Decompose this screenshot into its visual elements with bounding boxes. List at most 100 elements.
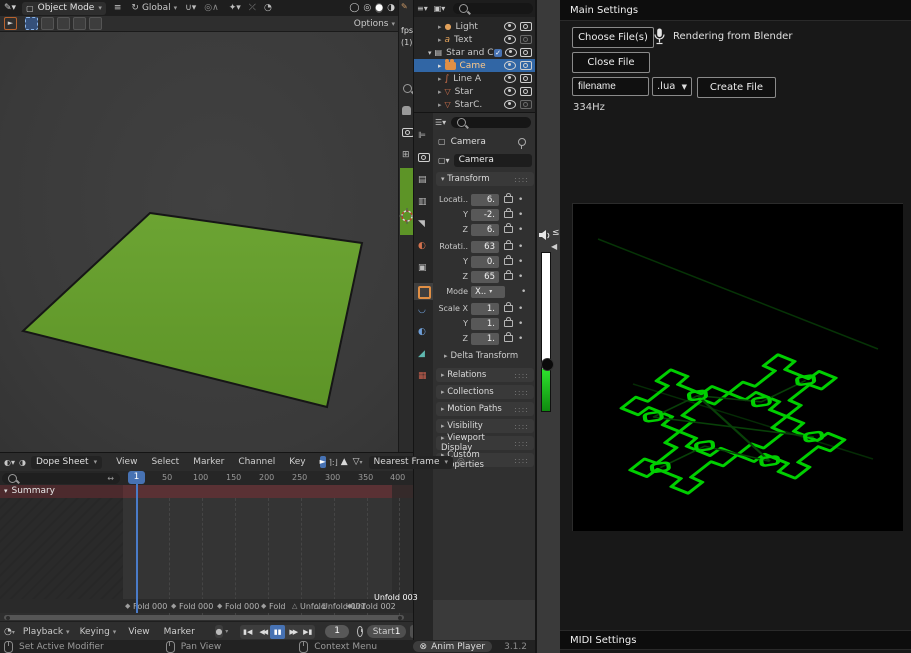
summary-row[interactable]: ▾ Summary	[0, 485, 392, 498]
panel-grip-icon[interactable]: ::::	[514, 439, 529, 448]
hide-eye-icon[interactable]	[505, 48, 517, 57]
expand-icon[interactable]: ▸	[438, 75, 442, 83]
snapping-icon[interactable]: ∪▾	[185, 3, 196, 13]
transform-pivot-icon[interactable]: ⤫	[249, 3, 256, 13]
expand-icon[interactable]: ▸	[438, 88, 442, 96]
chevron-down-icon[interactable]: ▾	[225, 628, 228, 635]
animate-dot-icon[interactable]: •	[518, 319, 523, 329]
outliner-item-label[interactable]: StarC.	[455, 100, 483, 110]
tab-render[interactable]	[418, 153, 430, 165]
warning-icon[interactable]: ▲	[341, 457, 348, 467]
marker-triangle-icon[interactable]: △	[314, 602, 319, 610]
outliner-item-label[interactable]: Light	[456, 22, 478, 32]
frame-range-icon[interactable]: ⌉:⌋	[329, 458, 338, 467]
tab-constraints[interactable]: ◢	[418, 349, 425, 359]
disable-render-icon[interactable]	[520, 48, 532, 57]
midi-settings-titlebar[interactable]: MIDI Settings	[560, 630, 911, 650]
panel-grip-icon[interactable]: ::::	[514, 422, 529, 431]
outliner-row-text[interactable]: ▸ a Text	[414, 33, 536, 46]
marker-label[interactable]: Fold	[269, 602, 286, 611]
zoom-gizmo-icon[interactable]	[403, 84, 412, 96]
animate-dot-icon[interactable]: •	[518, 272, 523, 282]
outliner-item-label[interactable]: Came	[460, 61, 486, 71]
extension-dropdown[interactable]: .lua ▼	[652, 77, 692, 96]
collections-panel[interactable]: ▸ Collections::::	[436, 385, 534, 399]
create-file-button[interactable]: Create File	[697, 77, 776, 98]
jump-to-start-button[interactable]: ▮◀	[240, 628, 255, 636]
scrollbar-dot[interactable]	[398, 616, 402, 620]
marker-label[interactable]: Unfold 002	[352, 602, 396, 611]
prop-value[interactable]: -2.	[471, 209, 499, 221]
outliner-display-icon[interactable]: ▣▾	[434, 4, 446, 13]
outliner-row-lineart[interactable]: ▸ ∫ Line A	[414, 72, 536, 85]
keying-menu[interactable]: Keying▾	[80, 627, 117, 637]
viewport-3d[interactable]	[0, 32, 398, 452]
collapse-icon[interactable]: ▾	[428, 49, 432, 57]
anim-player-badge[interactable]: ⊗ Anim Player	[413, 641, 493, 652]
hide-eye-icon[interactable]	[504, 87, 516, 96]
animate-dot-icon[interactable]: •	[518, 242, 523, 252]
lock-icon[interactable]	[504, 305, 513, 312]
marker-label[interactable]: Fold 000	[179, 602, 213, 611]
animate-dot-icon[interactable]: •	[521, 287, 526, 297]
panel-grip-icon[interactable]: ::::	[514, 371, 529, 380]
scrollbar-dot[interactable]	[6, 616, 10, 620]
hamburger-icon[interactable]: ≡	[114, 3, 122, 13]
pan-hand-icon[interactable]	[402, 106, 411, 115]
animate-dot-icon[interactable]: •	[518, 304, 523, 314]
marker-diamond-icon[interactable]: ◆	[261, 602, 266, 610]
lock-icon[interactable]	[504, 258, 513, 265]
dope-sheet-mode-dropdown[interactable]: Dope Sheet ▾	[31, 456, 102, 469]
hide-eye-icon[interactable]	[504, 100, 516, 109]
main-settings-titlebar[interactable]: Main Settings	[560, 0, 911, 21]
playback-menu[interactable]: Playback▾	[23, 627, 70, 637]
collection-checkbox[interactable]	[494, 49, 502, 57]
prop-value[interactable]: 1.	[471, 303, 499, 315]
outliner-item-label[interactable]: Line A	[453, 74, 481, 84]
expand-icon[interactable]: ▸	[438, 36, 442, 44]
lock-icon[interactable]	[504, 243, 513, 250]
menu-channel[interactable]: Channel	[238, 457, 275, 467]
select-tool-4[interactable]	[73, 17, 86, 30]
playhead-line[interactable]	[136, 471, 138, 613]
disable-render-icon[interactable]	[520, 100, 532, 109]
fader-knob[interactable]	[541, 358, 554, 371]
filename-input[interactable]	[572, 77, 649, 96]
viewport-display-panel[interactable]: ▸ Viewport Display::::	[436, 436, 534, 450]
disable-render-icon[interactable]	[520, 22, 532, 31]
outliner-row-camera-selected[interactable]: ▸ Came	[414, 59, 536, 72]
lock-icon[interactable]	[504, 226, 513, 233]
relations-panel[interactable]: ▸ Relations::::	[436, 368, 534, 382]
tab-world[interactable]: ◐	[418, 241, 426, 251]
panel-grip-icon[interactable]: ::::	[514, 405, 529, 414]
outliner-row-light[interactable]: ▸ ● Light	[414, 20, 536, 33]
outliner-row-star[interactable]: ▸ ▽ Star	[414, 85, 536, 98]
expand-icon[interactable]: ▸	[438, 23, 442, 31]
object-name-field[interactable]: Camera	[454, 154, 532, 167]
transform-panel-header[interactable]: ▾ Transform ::::	[436, 172, 534, 186]
expand-icon[interactable]: ▸	[438, 101, 442, 109]
shading-solid-icon[interactable]: ◎	[363, 3, 371, 13]
select-tool-2[interactable]	[41, 17, 54, 30]
prop-value[interactable]: 6.	[471, 194, 499, 206]
hide-eye-icon[interactable]	[504, 35, 516, 44]
disable-render-icon[interactable]	[520, 35, 532, 44]
outliner-row-collection[interactable]: ▾ ▤ Star and C	[414, 46, 536, 59]
pause-button[interactable]: ▮▮	[270, 625, 285, 639]
shading-material-icon[interactable]: ●	[375, 3, 383, 13]
channel-list[interactable]	[0, 498, 123, 613]
choose-files-button[interactable]: Choose File(s)	[572, 27, 654, 48]
only-selected-icon[interactable]: ►	[320, 456, 326, 468]
breadcrumb-label[interactable]: Camera	[451, 137, 486, 147]
jump-to-end-button[interactable]: ▶▮	[300, 628, 315, 636]
menu-view[interactable]: View	[116, 457, 137, 467]
outliner-filter-icon[interactable]: ≡▾	[417, 4, 428, 13]
snap-dropdown[interactable]: Nearest Frame ▾	[369, 456, 453, 469]
outliner-row-starc[interactable]: ▸ ▽ StarC.	[414, 98, 536, 111]
animate-dot-icon[interactable]: •	[518, 195, 523, 205]
strip-header-icon[interactable]: ✎	[401, 2, 408, 11]
start-frame-field[interactable]: Start 1	[367, 625, 407, 638]
motion-paths-panel[interactable]: ▸ Motion Paths::::	[436, 402, 534, 416]
disable-render-icon[interactable]	[520, 74, 532, 83]
tab-output[interactable]: ▤	[418, 175, 427, 185]
